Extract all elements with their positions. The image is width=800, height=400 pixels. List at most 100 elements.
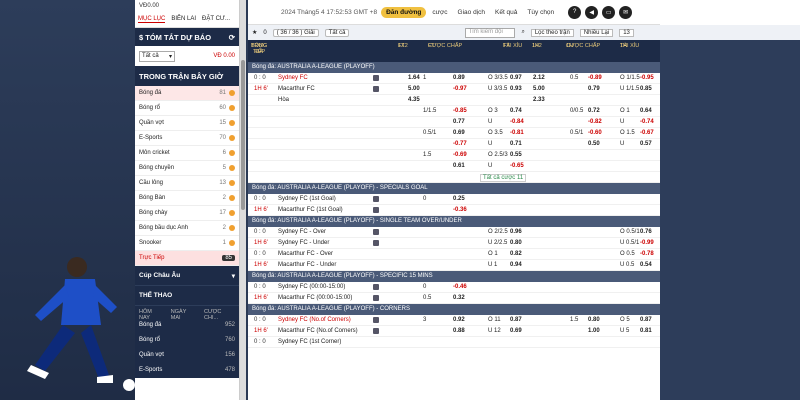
odds-cell[interactable]: 0.25 <box>453 196 465 202</box>
odds-cell[interactable]: -0.82 <box>588 119 602 125</box>
league-header[interactable]: Bóng đá: AUSTRALIA A-LEAGUE (PLAYOFF) - … <box>248 183 660 194</box>
chat-icon[interactable]: ✉ <box>619 5 633 19</box>
star-icon[interactable]: ★ <box>252 29 257 36</box>
odds-cell[interactable]: O 5 <box>620 317 630 323</box>
odds-cell[interactable]: O 1.5 <box>620 130 635 136</box>
odds-cell[interactable]: 1/1.5 <box>423 108 436 114</box>
odds-cell[interactable]: U 1/1.5 <box>620 86 639 92</box>
stats-icon[interactable] <box>373 196 379 202</box>
odds-cell[interactable]: O 1/1.5 <box>620 75 640 81</box>
odds-cell[interactable]: -0.81 <box>510 130 524 136</box>
odds-cell[interactable]: 0.64 <box>640 108 652 114</box>
odds-cell[interactable]: 0.92 <box>453 317 465 323</box>
odds-cell[interactable]: 0/0.5 <box>570 108 583 114</box>
tab-parlay[interactable]: CƯỢC CHI... <box>204 309 235 321</box>
sidebar-sport-item[interactable]: Bóng đá 81 <box>135 86 239 101</box>
odds-cell[interactable]: U <box>488 141 492 147</box>
odds-cell[interactable]: 0.88 <box>453 328 465 334</box>
odds-cell[interactable]: 0.76 <box>640 229 652 235</box>
odds-cell[interactable]: -0.77 <box>453 141 467 147</box>
odds-cell[interactable]: -0.67 <box>640 130 654 136</box>
cup-item[interactable]: Cúp Châu Âu ▾ <box>135 266 239 286</box>
odds-cell[interactable]: 3 <box>423 317 426 323</box>
odds-cell[interactable]: 0.72 <box>588 108 600 114</box>
odds-cell[interactable]: -0.95 <box>640 75 654 81</box>
odds-cell[interactable]: O 11 <box>488 317 501 323</box>
odds-cell[interactable]: -0.78 <box>640 251 654 257</box>
odds-cell[interactable]: 0.5/1 <box>423 130 436 136</box>
tab-receipt[interactable]: BIÊN LAI <box>171 16 196 23</box>
sidebar-sport-item[interactable]: Bóng bầu dục Anh 2 <box>135 221 239 236</box>
odds-cell[interactable]: 0.50 <box>588 141 600 147</box>
league-count-button[interactable]: ( 36 / 36 ) Giải <box>272 28 319 37</box>
stats-icon[interactable] <box>373 295 379 301</box>
tab-tomorrow[interactable]: NGÀY MAI <box>171 309 196 321</box>
odds-cell[interactable]: 0.81 <box>640 328 652 334</box>
summary-header[interactable]: $ TÓM TẮT DỰ BÁO ⟳ <box>135 28 239 46</box>
odds-cell[interactable]: 0.96 <box>510 229 522 235</box>
odds-cell[interactable]: U <box>620 119 624 125</box>
odds-cell[interactable]: -0.97 <box>453 86 467 92</box>
tab-bets[interactable]: ĐẶT CƯ... <box>202 16 230 23</box>
odds-cell[interactable]: 2.12 <box>533 75 545 81</box>
league-header[interactable]: Bóng đá: AUSTRALIA A-LEAGUE (PLAYOFF) - … <box>248 304 660 315</box>
odds-cell[interactable]: 1.64 <box>408 75 420 81</box>
league-header[interactable]: Bóng đá: AUSTRALIA A-LEAGUE (PLAYOFF) <box>248 62 660 73</box>
more-button[interactable]: Nhiều Lại <box>579 28 614 37</box>
refresh-icon[interactable]: ⟳ <box>229 33 235 42</box>
help-icon[interactable]: ? <box>568 5 582 19</box>
odds-cell[interactable]: O 3.5 <box>488 130 503 136</box>
odds-cell[interactable]: O 1 <box>488 251 498 257</box>
odds-cell[interactable]: 0.77 <box>453 119 465 125</box>
stats-icon[interactable] <box>373 75 379 81</box>
odds-cell[interactable]: U <box>488 119 492 125</box>
odds-cell[interactable]: -0.89 <box>588 75 602 81</box>
odds-cell[interactable]: 0.32 <box>453 295 465 301</box>
odds-cell[interactable]: -0.84 <box>510 119 524 125</box>
odds-cell[interactable]: -0.74 <box>640 119 654 125</box>
odds-cell[interactable]: 0.55 <box>510 152 522 158</box>
stats-icon[interactable] <box>373 86 379 92</box>
odds-cell[interactable]: O 0.5/1 <box>620 229 640 235</box>
odds-cell[interactable]: 0.69 <box>453 130 465 136</box>
sidebar-sport-item[interactable]: Bóng chày 17 <box>135 206 239 221</box>
odds-cell[interactable]: 0.69 <box>510 328 522 334</box>
odds-cell[interactable]: 0.89 <box>453 75 465 81</box>
odds-cell[interactable]: -0.85 <box>453 108 467 114</box>
stats-icon[interactable] <box>373 284 379 290</box>
odds-cell[interactable]: U 0.5 <box>620 262 634 268</box>
odds-cell[interactable]: 1.5 <box>570 317 578 323</box>
sound-icon[interactable]: ◀ <box>585 5 599 19</box>
sidebar-sport-item[interactable]: Bóng rổ 60 <box>135 101 239 116</box>
stats-icon[interactable] <box>373 317 379 323</box>
sports-item[interactable]: Quần vợt 156 <box>135 348 239 363</box>
nav-transactions[interactable]: Giao dịch <box>458 9 485 16</box>
odds-cell[interactable]: 0.87 <box>640 317 652 323</box>
search-icon[interactable]: ⌕ <box>521 29 524 36</box>
odds-cell[interactable]: U 5 <box>620 328 629 334</box>
nav-bets[interactable]: cược <box>432 9 447 16</box>
odds-cell[interactable]: 0.79 <box>588 86 600 92</box>
odds-cell[interactable]: U <box>620 141 624 147</box>
tv-icon[interactable]: ▭ <box>602 5 616 19</box>
odds-cell[interactable]: O 0.5 <box>620 251 635 257</box>
odds-cell[interactable]: 0.71 <box>510 141 522 147</box>
odds-cell[interactable]: -0.60 <box>588 130 602 136</box>
odds-cell[interactable]: O 2.5/3 <box>488 152 508 158</box>
stats-icon[interactable] <box>373 328 379 334</box>
nav-results[interactable]: Kết quả <box>495 9 517 16</box>
odds-cell[interactable]: U 3/3.5 <box>488 86 507 92</box>
odds-cell[interactable]: O 3 <box>488 108 498 114</box>
tab-menu[interactable]: MỤC LỤC <box>138 16 166 23</box>
odds-cell[interactable]: -0.69 <box>453 152 467 158</box>
stats-icon[interactable] <box>373 229 379 235</box>
sidebar-sport-item[interactable]: Cầu lông 13 <box>135 176 239 191</box>
filter-select[interactable]: Tất cả ▾ <box>139 50 175 62</box>
odds-cell[interactable]: 0.97 <box>510 75 522 81</box>
odds-cell[interactable]: 0.93 <box>510 86 522 92</box>
nav-options[interactable]: Tùy chọn <box>527 9 554 16</box>
sidebar-sport-item[interactable]: Bóng chuyền 5 <box>135 161 239 176</box>
filter-by-match-button[interactable]: Lọc theo trận <box>530 28 574 37</box>
odds-cell[interactable]: O 1 <box>620 108 630 114</box>
odds-cell[interactable]: -0.36 <box>453 207 467 213</box>
